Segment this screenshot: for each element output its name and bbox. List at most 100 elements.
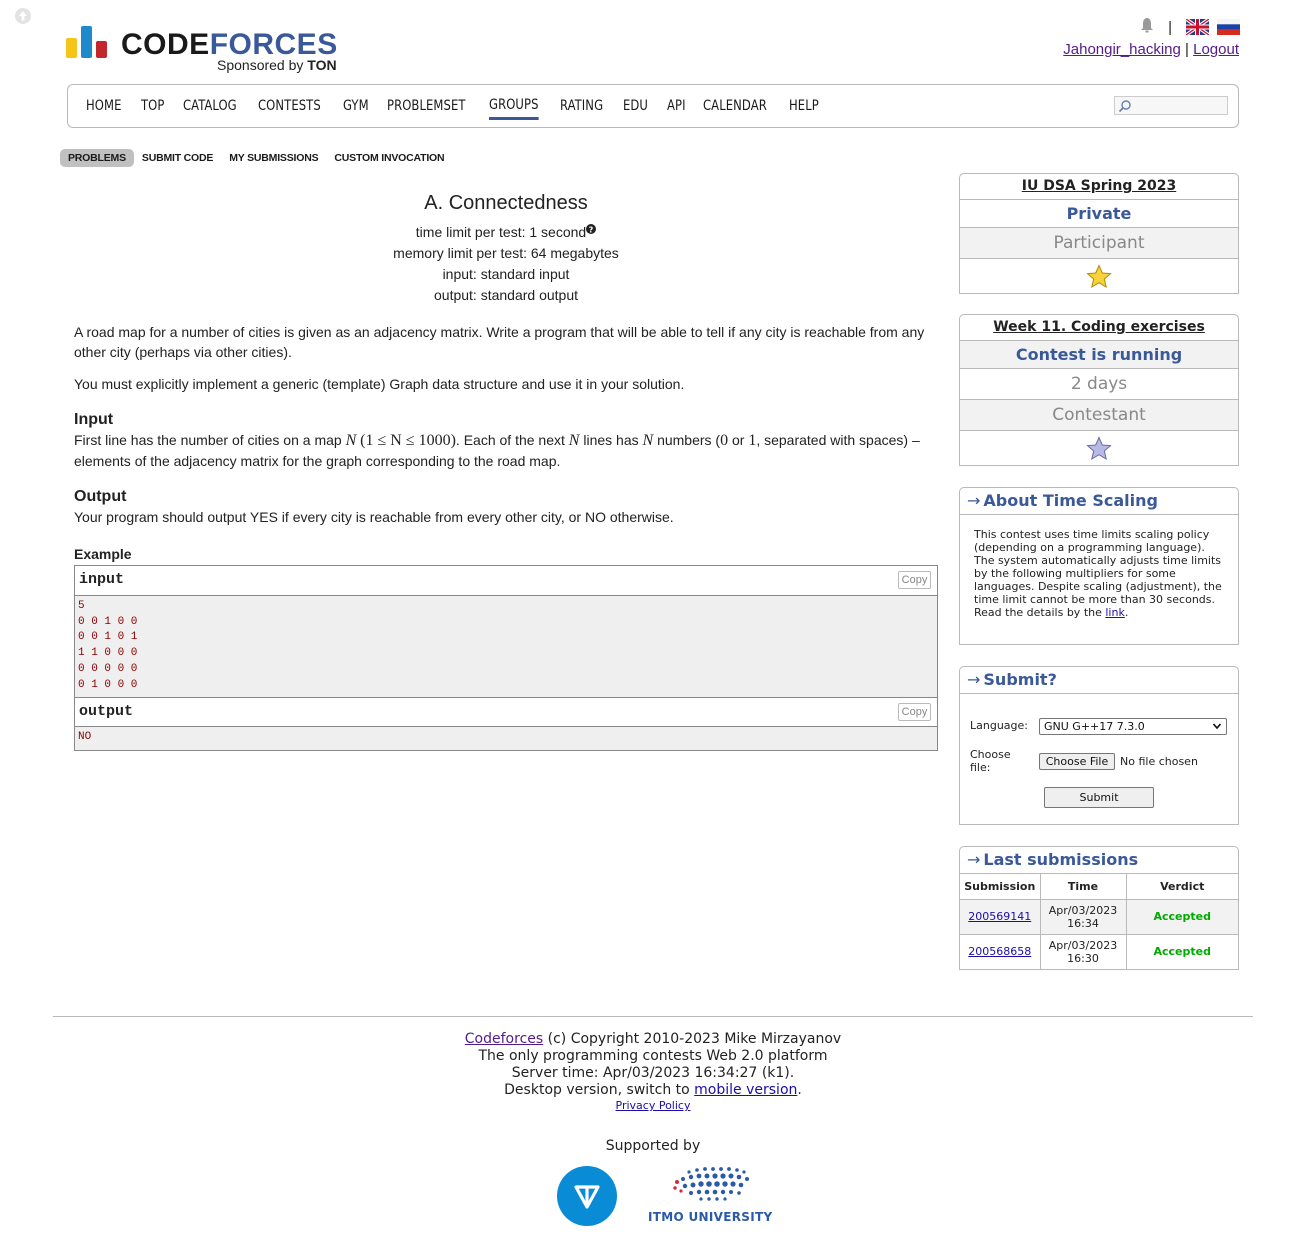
profile-link[interactable]: Jahongir_hacking (1063, 41, 1181, 58)
submission-time-cell: Apr/03/2023 16:30 (1039, 933, 1126, 969)
header-time: Time (1039, 874, 1126, 900)
language-select-value: GNU G++17 7.3.0 (1044, 720, 1145, 733)
star-icon[interactable] (1086, 264, 1112, 289)
header-submission: Submission (960, 874, 1040, 900)
footer-codeforces-link[interactable]: Codeforces (465, 1031, 543, 1047)
menu-item-contests[interactable]: CONTESTS (258, 94, 321, 118)
star-icon[interactable] (1086, 436, 1112, 461)
submission-link[interactable]: 200569141 (968, 910, 1031, 923)
logo-sponsor: Sponsored by TON (217, 57, 337, 73)
scroll-top-icon[interactable] (14, 7, 32, 25)
input-section-title: Input (74, 411, 114, 428)
no-file-text: No file chosen (1120, 755, 1198, 768)
mobile-version-link[interactable]: mobile version (694, 1082, 797, 1098)
last-submissions-title: → Last submissions (960, 847, 1238, 874)
menu-item-catalog[interactable]: CATALOG (183, 94, 237, 118)
menu-item-problemset[interactable]: PROBLEMSET (387, 94, 466, 118)
arrow-right-icon: → (967, 491, 981, 510)
logout-link[interactable]: Logout (1193, 41, 1239, 58)
main-menu-list: HOME TOP CATALOG CONTESTS GYM PROBLEMSET… (68, 85, 1238, 127)
menu-item-calendar[interactable]: CALENDAR (703, 94, 767, 118)
privacy-policy-link[interactable]: Privacy Policy (616, 1099, 691, 1112)
group-role: Participant (960, 227, 1238, 258)
group-title[interactable]: IU DSA Spring 2023 (960, 174, 1238, 199)
supported-by: Supported by (605, 1138, 701, 1154)
menu-item-groups[interactable]: GROUPS (489, 93, 539, 120)
problem-statement: A. Connectedness time limit per test: 1 … (74, 190, 938, 751)
input-text-3: lines has (583, 432, 639, 448)
submissions-table: Submission Time Verdict 200569141 Apr/03… (960, 874, 1238, 969)
input-math-zero: 0 (720, 432, 729, 449)
choose-file-button[interactable]: Choose File (1039, 753, 1115, 770)
time-scaling-link[interactable]: link (1105, 606, 1124, 619)
input-math-n-2: N (568, 432, 580, 449)
header-icons: | (1140, 17, 1240, 37)
logo-text-code: CODE (121, 28, 210, 61)
search-input[interactable] (1114, 96, 1228, 115)
table-row: 200568658 Apr/03/2023 16:30 Accepted (960, 933, 1238, 969)
subnav-problems[interactable]: PROBLEMS (60, 148, 134, 167)
submit-button[interactable]: Submit (1044, 787, 1154, 808)
main-menu: HOME TOP CATALOG CONTESTS GYM PROBLEMSET… (67, 84, 1239, 128)
notification-bell-icon[interactable] (1140, 17, 1154, 38)
submission-link[interactable]: 200568658 (968, 945, 1031, 958)
copy-input-button[interactable]: Copy (898, 571, 931, 589)
menu-item-api[interactable]: API (667, 94, 686, 118)
submission-date: Apr/03/2023 (1048, 903, 1118, 917)
time-scaling-box: → About Time Scaling This contest uses ti… (959, 487, 1239, 645)
svg-text:?: ? (589, 225, 594, 234)
help-icon[interactable]: ? (586, 224, 597, 234)
file-label: Choose file: (970, 748, 1011, 774)
logo-sponsor-brand: TON (307, 57, 337, 73)
language-select[interactable]: GNU G++17 7.3.0 (1039, 718, 1227, 735)
user-links: Jahongir_hacking | Logout (1063, 41, 1239, 58)
menu-item-help[interactable]: HELP (789, 94, 819, 118)
submission-id-cell: 200569141 (960, 898, 1040, 934)
menu-item-rating[interactable]: RATING (560, 94, 603, 118)
header-separator: | (1168, 18, 1172, 36)
table-row: 200569141 Apr/03/2023 16:34 Accepted (960, 898, 1238, 934)
time-scaling-end: . (1124, 606, 1129, 619)
time-scaling-title: → About Time Scaling (960, 488, 1238, 515)
sample-input-label: input (79, 571, 125, 588)
output-specification: Your program should output YES if every … (74, 509, 674, 525)
time-limit-text: time limit per test: 1 second (415, 224, 587, 240)
language-label: Language: (970, 719, 1028, 732)
subnav-custom-invocation[interactable]: CUSTOM INVOCATION (326, 149, 452, 167)
legend-paragraph-1: A road map for a number of cities is giv… (74, 324, 925, 360)
submit-title-text: Submit? (983, 670, 1057, 689)
footer-desktop-end: . (797, 1082, 802, 1098)
last-submissions-box: → Last submissions Submission Time Verdic… (959, 846, 1239, 970)
copy-output-button[interactable]: Copy (898, 703, 931, 722)
ton-logo[interactable] (557, 1166, 617, 1226)
group-visibility: Private (960, 199, 1238, 227)
subnav-submit-code[interactable]: SUBMIT CODE (134, 149, 221, 167)
submission-time-cell: Apr/03/2023 16:34 (1039, 898, 1126, 934)
submission-time: 16:34 (1067, 916, 1099, 930)
flag-english-icon[interactable] (1185, 17, 1210, 37)
example-title: Example (74, 546, 132, 562)
codeforces-logo[interactable]: CODEFORCES Sponsored by TON (66, 22, 346, 76)
subnav-my-submissions[interactable]: MY SUBMISSIONS (221, 149, 326, 167)
footer-desktop-version: Desktop version, switch to mobile versio… (0, 1082, 1306, 1099)
menu-item-home[interactable]: HOME (86, 94, 122, 118)
flag-russian-icon[interactable] (1217, 19, 1240, 35)
submit-title: → Submit? (960, 667, 1238, 694)
contest-title[interactable]: Week 11. Coding exercises (960, 315, 1238, 340)
user-links-separator: | (1185, 41, 1189, 58)
submission-time: 16:30 (1067, 951, 1099, 965)
group-info-box: IU DSA Spring 2023 Private Participant (959, 173, 1239, 294)
submit-box: → Submit? Language: GNU G++17 7.3.0 Choos… (959, 666, 1239, 825)
submissions-header-row: Submission Time Verdict (960, 874, 1238, 900)
menu-item-top[interactable]: TOP (141, 94, 164, 118)
itmo-logo[interactable]: ITMO UNIVERSITY (647, 1164, 772, 1226)
time-limit: time limit per test: 1 second? (74, 222, 938, 243)
menu-item-gym[interactable]: GYM (343, 94, 369, 118)
last-submissions-title-text: Last submissions (983, 850, 1139, 869)
menu-item-edu[interactable]: EDU (623, 94, 648, 118)
footer-copyright: Codeforces (c) Copyright 2010-2023 Mike … (0, 1031, 1306, 1048)
search-icon (1118, 100, 1131, 113)
time-scaling-title-text: About Time Scaling (983, 491, 1158, 510)
header-verdict: Verdict (1125, 874, 1238, 900)
sample-output-header: output Copy (75, 697, 937, 728)
